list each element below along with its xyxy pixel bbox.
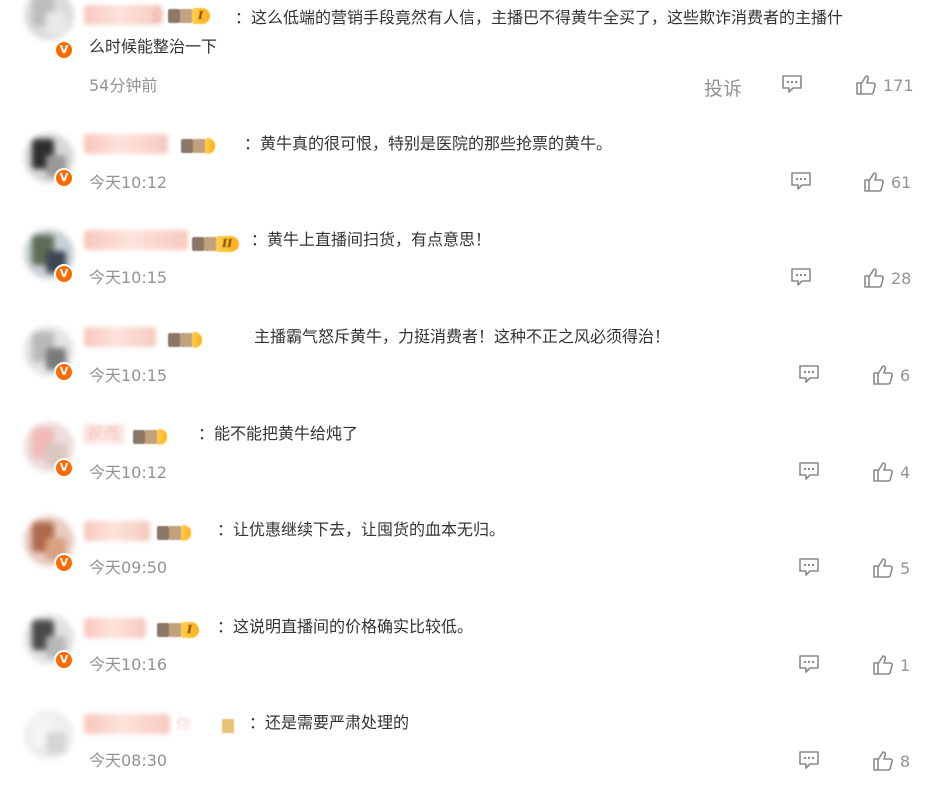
thumbs-up-icon[interactable]: [872, 750, 894, 772]
comment-icon[interactable]: [798, 750, 820, 770]
comment-text: 主播霸气怒斥黄牛，力挺消费者！这种不正之风必须得治！: [254, 327, 671, 346]
username[interactable]: [84, 230, 188, 250]
like-count: 61: [891, 173, 912, 192]
comment-icon[interactable]: [781, 74, 803, 94]
avatar[interactable]: [24, 710, 74, 760]
like-count: 4: [900, 463, 911, 482]
comment-text: ：能不能把黄牛给炖了: [198, 424, 359, 443]
comment-icon[interactable]: [798, 461, 820, 481]
like-count: 6: [900, 366, 911, 385]
comment-time: 今天09:50: [89, 558, 168, 577]
like-count: 8: [900, 752, 911, 771]
verified-badge-icon: V: [54, 40, 74, 60]
comment-text: ：这说明直播间的价格确实比较低。: [217, 617, 474, 636]
username[interactable]: [84, 134, 168, 154]
comment-text-continued: 么时候能整治一下: [89, 37, 218, 56]
verified-badge-icon: V: [54, 458, 74, 478]
comment-time: 今天10:16: [89, 655, 168, 674]
verified-badge-icon: V: [54, 650, 74, 670]
verified-badge-icon: V: [54, 553, 74, 573]
avatar[interactable]: [24, 0, 74, 40]
comment-icon[interactable]: [798, 557, 820, 577]
comment-time: 今天10:15: [89, 366, 168, 385]
comment-text: ：黄牛上直播间扫货，有点意思！: [251, 230, 492, 249]
verified-badge-icon: V: [54, 264, 74, 284]
comment-text: ：还是需要严肃处理的: [249, 713, 410, 732]
username[interactable]: [84, 714, 170, 734]
verified-badge-icon: V: [54, 168, 74, 188]
thumbs-up-icon[interactable]: [872, 364, 894, 386]
comment-time: 今天08:30: [89, 751, 168, 770]
comment-text: ：这么低端的营销手段竟然有人信，主播巴不得黄牛全买了，这些欺诈消费者的主播什: [235, 8, 844, 27]
comment-icon[interactable]: [790, 267, 812, 287]
like-count: 171: [883, 76, 914, 95]
username-fragment: 业: [150, 6, 166, 24]
comment-text: ：黄牛真的很可恨，特别是医院的那些抢票的黄牛。: [244, 134, 613, 153]
username[interactable]: [84, 521, 150, 541]
thumbs-up-icon[interactable]: [872, 654, 894, 676]
like-count: 1: [900, 656, 911, 675]
thumbs-up-icon[interactable]: [855, 74, 877, 96]
comment-icon[interactable]: [798, 364, 820, 384]
verified-badge-icon: V: [54, 362, 74, 382]
comment-icon[interactable]: [798, 654, 820, 674]
comment-time: 今天10:12: [89, 463, 168, 482]
thumbs-up-icon[interactable]: [863, 267, 885, 289]
like-count: 28: [891, 269, 912, 288]
comment-time: 今天10:12: [89, 173, 168, 192]
thumbs-up-icon[interactable]: [872, 461, 894, 483]
report-button[interactable]: 投诉: [704, 74, 742, 101]
comment-time: 今天10:15: [89, 268, 168, 287]
thumbs-up-icon[interactable]: [863, 171, 885, 193]
username-fragment: 你: [176, 715, 192, 733]
username-fragment: 视而: [88, 424, 119, 442]
thumbs-up-icon[interactable]: [872, 557, 894, 579]
fan-medal-icon: [212, 717, 246, 735]
comment-icon[interactable]: [790, 171, 812, 191]
comment-text: ：让优惠继续下去，让囤货的血本无归。: [217, 520, 506, 539]
comment-time: 54分钟前: [89, 76, 158, 95]
like-count: 5: [900, 559, 911, 578]
username[interactable]: [84, 618, 146, 638]
username[interactable]: [84, 327, 156, 347]
